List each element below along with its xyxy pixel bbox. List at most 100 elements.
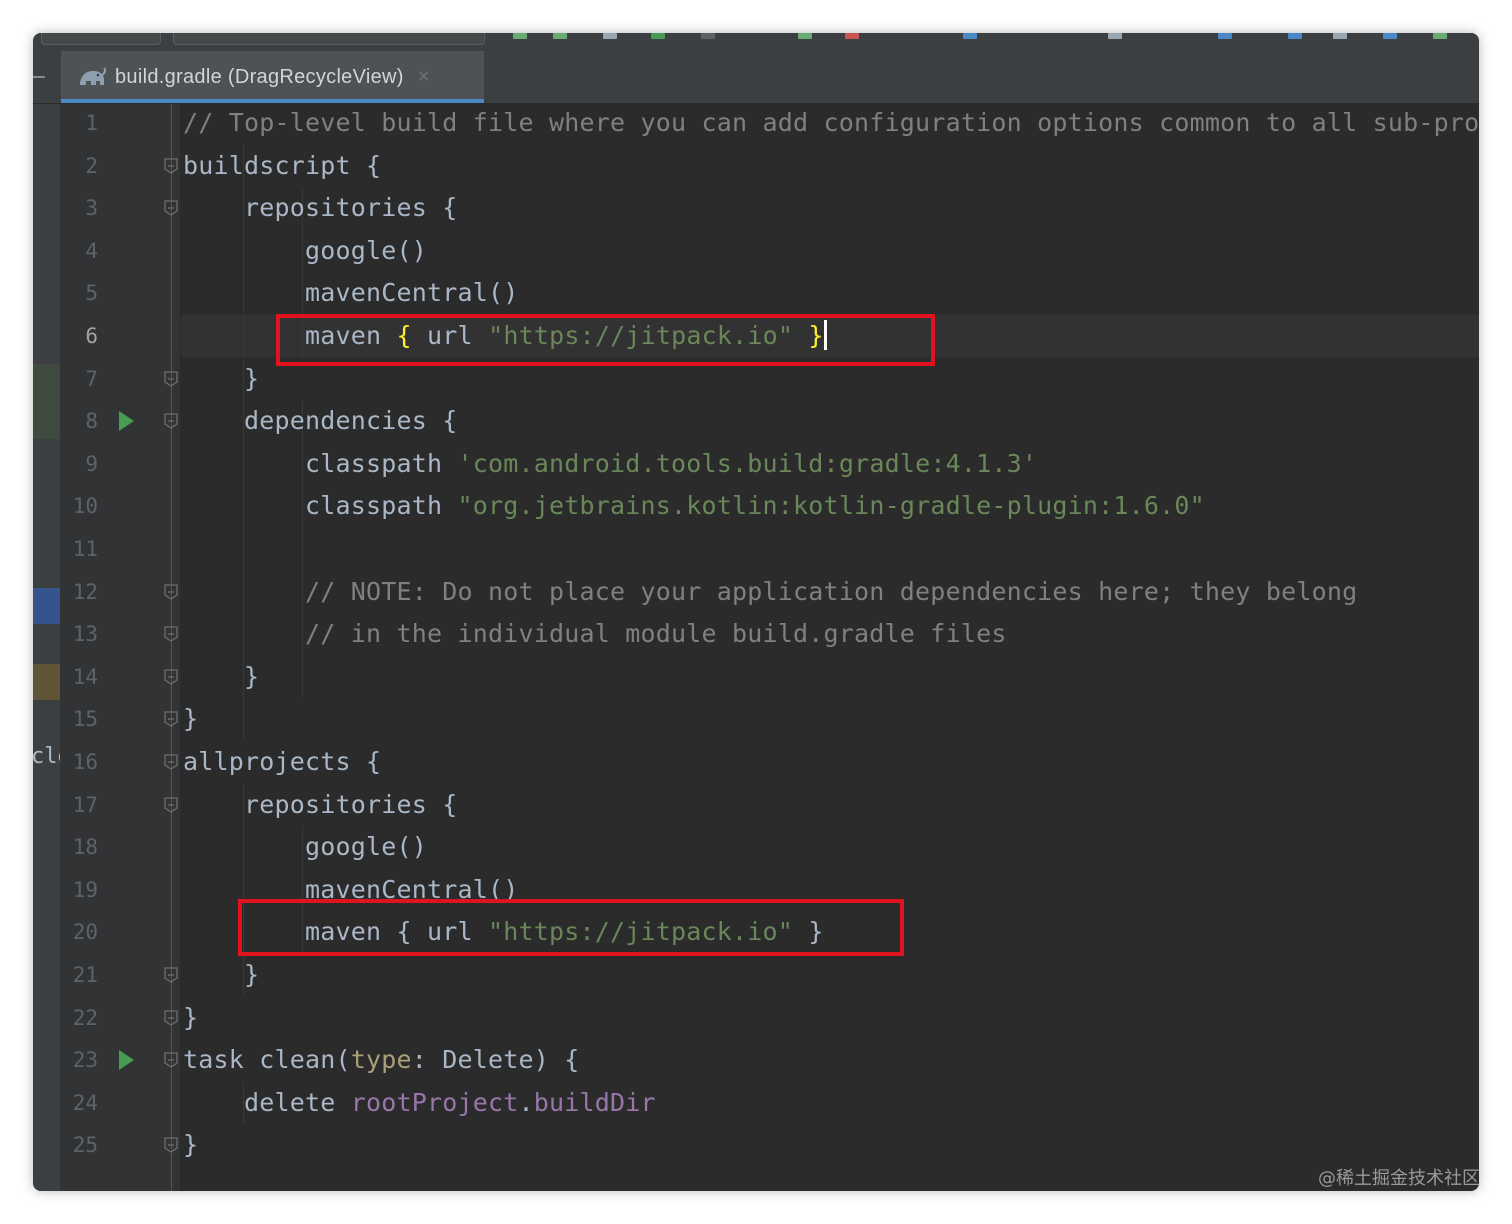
code-line[interactable]: repositories { (183, 187, 458, 229)
fold-icon[interactable] (162, 583, 180, 601)
line-number: 4 (85, 238, 98, 263)
run-icon[interactable] (513, 33, 527, 39)
project-panel-edge: cle (33, 104, 71, 1191)
gear-icon[interactable] (1108, 33, 1122, 39)
line-number: 24 (72, 1090, 98, 1115)
line-number: 22 (72, 1005, 98, 1030)
fold-icon[interactable] (162, 1009, 180, 1027)
code-line[interactable]: task clean(type: Delete) { (183, 1039, 580, 1081)
run-config-selector[interactable] (41, 33, 161, 45)
line-number: 16 (72, 750, 98, 774)
fold-icon[interactable] (162, 710, 180, 728)
highlight-box-buildscript-maven (276, 314, 935, 366)
profile-icon[interactable] (701, 33, 715, 39)
code-token: google() (183, 235, 428, 265)
sync-icon[interactable] (798, 33, 812, 39)
code-line[interactable]: mavenCentral() (183, 272, 519, 314)
code-line[interactable]: classpath 'com.android.tools.build:gradl… (183, 443, 1037, 485)
code-line[interactable]: google() (183, 826, 427, 868)
code-token: allprojects { (183, 747, 382, 776)
apply-changes-icon[interactable] (553, 33, 567, 39)
code-line[interactable]: } (183, 997, 198, 1039)
fold-icon[interactable] (162, 1136, 180, 1154)
stop-icon[interactable] (845, 33, 859, 39)
ide-window: build.gradle (DragRecycleView) × cle // … (33, 33, 1479, 1191)
line-number: 5 (85, 281, 98, 306)
code-token: } (183, 363, 260, 393)
line-number: 10 (72, 494, 98, 519)
code-line[interactable]: delete rootProject.buildDir (183, 1082, 656, 1124)
translate-icon[interactable] (1288, 33, 1302, 39)
code-line[interactable]: dependencies { (183, 400, 458, 442)
fold-icon[interactable] (162, 796, 180, 814)
code-token: } (183, 704, 199, 734)
line-number: 12 (72, 579, 98, 604)
code-line[interactable]: allprojects { (183, 741, 381, 783)
code-line[interactable]: } (183, 656, 259, 698)
code-line[interactable]: } (183, 954, 259, 996)
code-line[interactable]: } (183, 1124, 198, 1166)
run-gutter-icon[interactable] (119, 411, 134, 432)
code-token: : Delete) { (411, 1045, 580, 1075)
line-number: 15 (72, 707, 98, 732)
device-selector[interactable] (173, 33, 485, 45)
code-line[interactable]: classpath "org.jetbrains.kotlin:kotlin-g… (183, 485, 1205, 527)
line-number: 1 (85, 111, 98, 135)
highlight-box-allprojects-maven (238, 899, 904, 956)
code-token: } (183, 1002, 199, 1032)
code-token: // NOTE: Do not place your application d… (183, 576, 1358, 606)
editor-tab-bar: build.gradle (DragRecycleView) × (33, 51, 1479, 104)
fold-icon[interactable] (162, 157, 180, 175)
fold-icon[interactable] (162, 1051, 180, 1069)
run-gutter-icon[interactable] (119, 1050, 134, 1071)
line-number: 11 (72, 537, 98, 561)
debug-icon[interactable] (651, 33, 665, 39)
line-number: 17 (72, 792, 98, 817)
code-line[interactable]: repositories { (183, 784, 458, 826)
tab-build-gradle[interactable]: build.gradle (DragRecycleView) × (61, 51, 484, 103)
update-icon[interactable] (1433, 33, 1447, 39)
code-line[interactable]: google() (183, 230, 427, 272)
code-line[interactable]: // in the individual module build.gradle… (183, 613, 1007, 655)
fold-icon[interactable] (162, 753, 180, 771)
selection-marker (33, 588, 60, 624)
line-number: 3 (85, 196, 98, 221)
line-number: 14 (72, 664, 98, 689)
code-token: delete (183, 1087, 351, 1117)
code-token: classpath (183, 448, 458, 478)
line-number: 18 (72, 835, 98, 860)
code-line[interactable]: buildscript { (183, 145, 381, 187)
code-token: } (183, 1130, 199, 1160)
code-token: rootProject (350, 1087, 519, 1117)
line-number: 8 (85, 409, 98, 434)
layout-inspector-icon[interactable] (1218, 33, 1232, 39)
line-number: 9 (85, 451, 98, 476)
attach-icon[interactable] (603, 33, 617, 39)
code-token: // Top-level build file where you can ad… (183, 108, 1479, 137)
window-icon[interactable] (1333, 33, 1347, 39)
avd-icon[interactable] (963, 33, 977, 39)
close-icon[interactable]: × (418, 67, 430, 87)
code-token: buildDir (533, 1087, 656, 1117)
gutter-separator (171, 104, 172, 1191)
line-number: 25 (72, 1133, 98, 1158)
fold-icon[interactable] (162, 370, 180, 388)
code-token: 'com.android.tools.build:gradle:4.1.3' (457, 448, 1038, 478)
code-line[interactable]: // Top-level build file where you can ad… (183, 102, 1479, 144)
fold-icon[interactable] (162, 412, 180, 430)
search-everywhere-icon[interactable] (1383, 33, 1397, 39)
code-line[interactable]: // NOTE: Do not place your application d… (183, 571, 1357, 613)
code-token: . (518, 1087, 534, 1117)
fold-icon[interactable] (162, 199, 180, 217)
code-token: type (350, 1045, 412, 1075)
panel-collapse-icon[interactable] (33, 76, 45, 78)
fold-icon[interactable] (162, 966, 180, 984)
line-number: 2 (85, 153, 98, 178)
line-number: 21 (72, 963, 98, 987)
code-line[interactable]: } (183, 698, 198, 740)
warning-marker (33, 664, 60, 700)
fold-icon[interactable] (162, 668, 180, 686)
code-line[interactable]: } (183, 358, 259, 400)
line-number: 23 (72, 1048, 98, 1073)
fold-icon[interactable] (162, 625, 180, 643)
